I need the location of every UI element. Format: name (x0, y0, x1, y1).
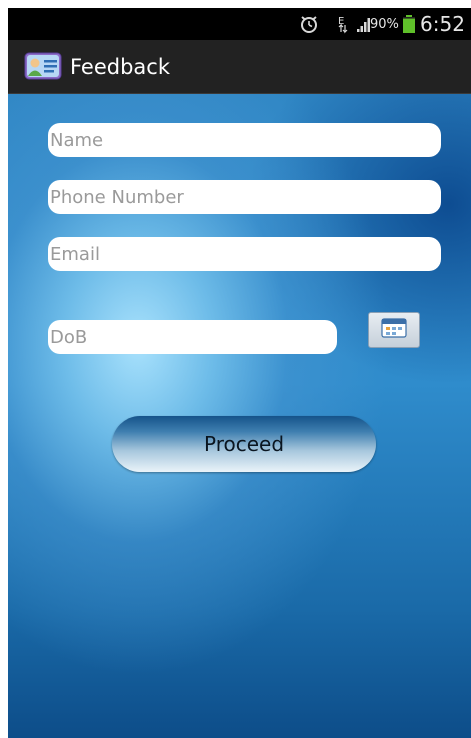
proceed-button[interactable]: Proceed (112, 416, 376, 472)
contact-card-icon[interactable] (24, 52, 62, 84)
phone-screen: E 90% 6:52 PM (8, 8, 471, 738)
name-input[interactable] (50, 123, 441, 157)
clock: 6:52 PM (420, 12, 471, 36)
form-area: Proceed (8, 94, 471, 738)
data-transfer-icon: E (336, 8, 350, 40)
name-field[interactable] (48, 123, 441, 157)
battery-percent: 90% (370, 16, 399, 32)
phone-number-field[interactable] (48, 180, 441, 214)
dob-input[interactable] (50, 320, 337, 354)
action-bar: Feedback (8, 40, 471, 94)
status-bar: E 90% 6:52 PM (8, 8, 471, 40)
battery-icon (402, 8, 416, 40)
alarm-icon (298, 8, 320, 40)
app-title: Feedback (70, 55, 171, 79)
dob-field[interactable] (48, 320, 337, 354)
phone-number-input[interactable] (50, 180, 441, 214)
email-field[interactable] (48, 237, 441, 271)
calendar-icon (381, 318, 407, 342)
email-input[interactable] (50, 237, 441, 271)
calendar-button[interactable] (368, 312, 420, 348)
